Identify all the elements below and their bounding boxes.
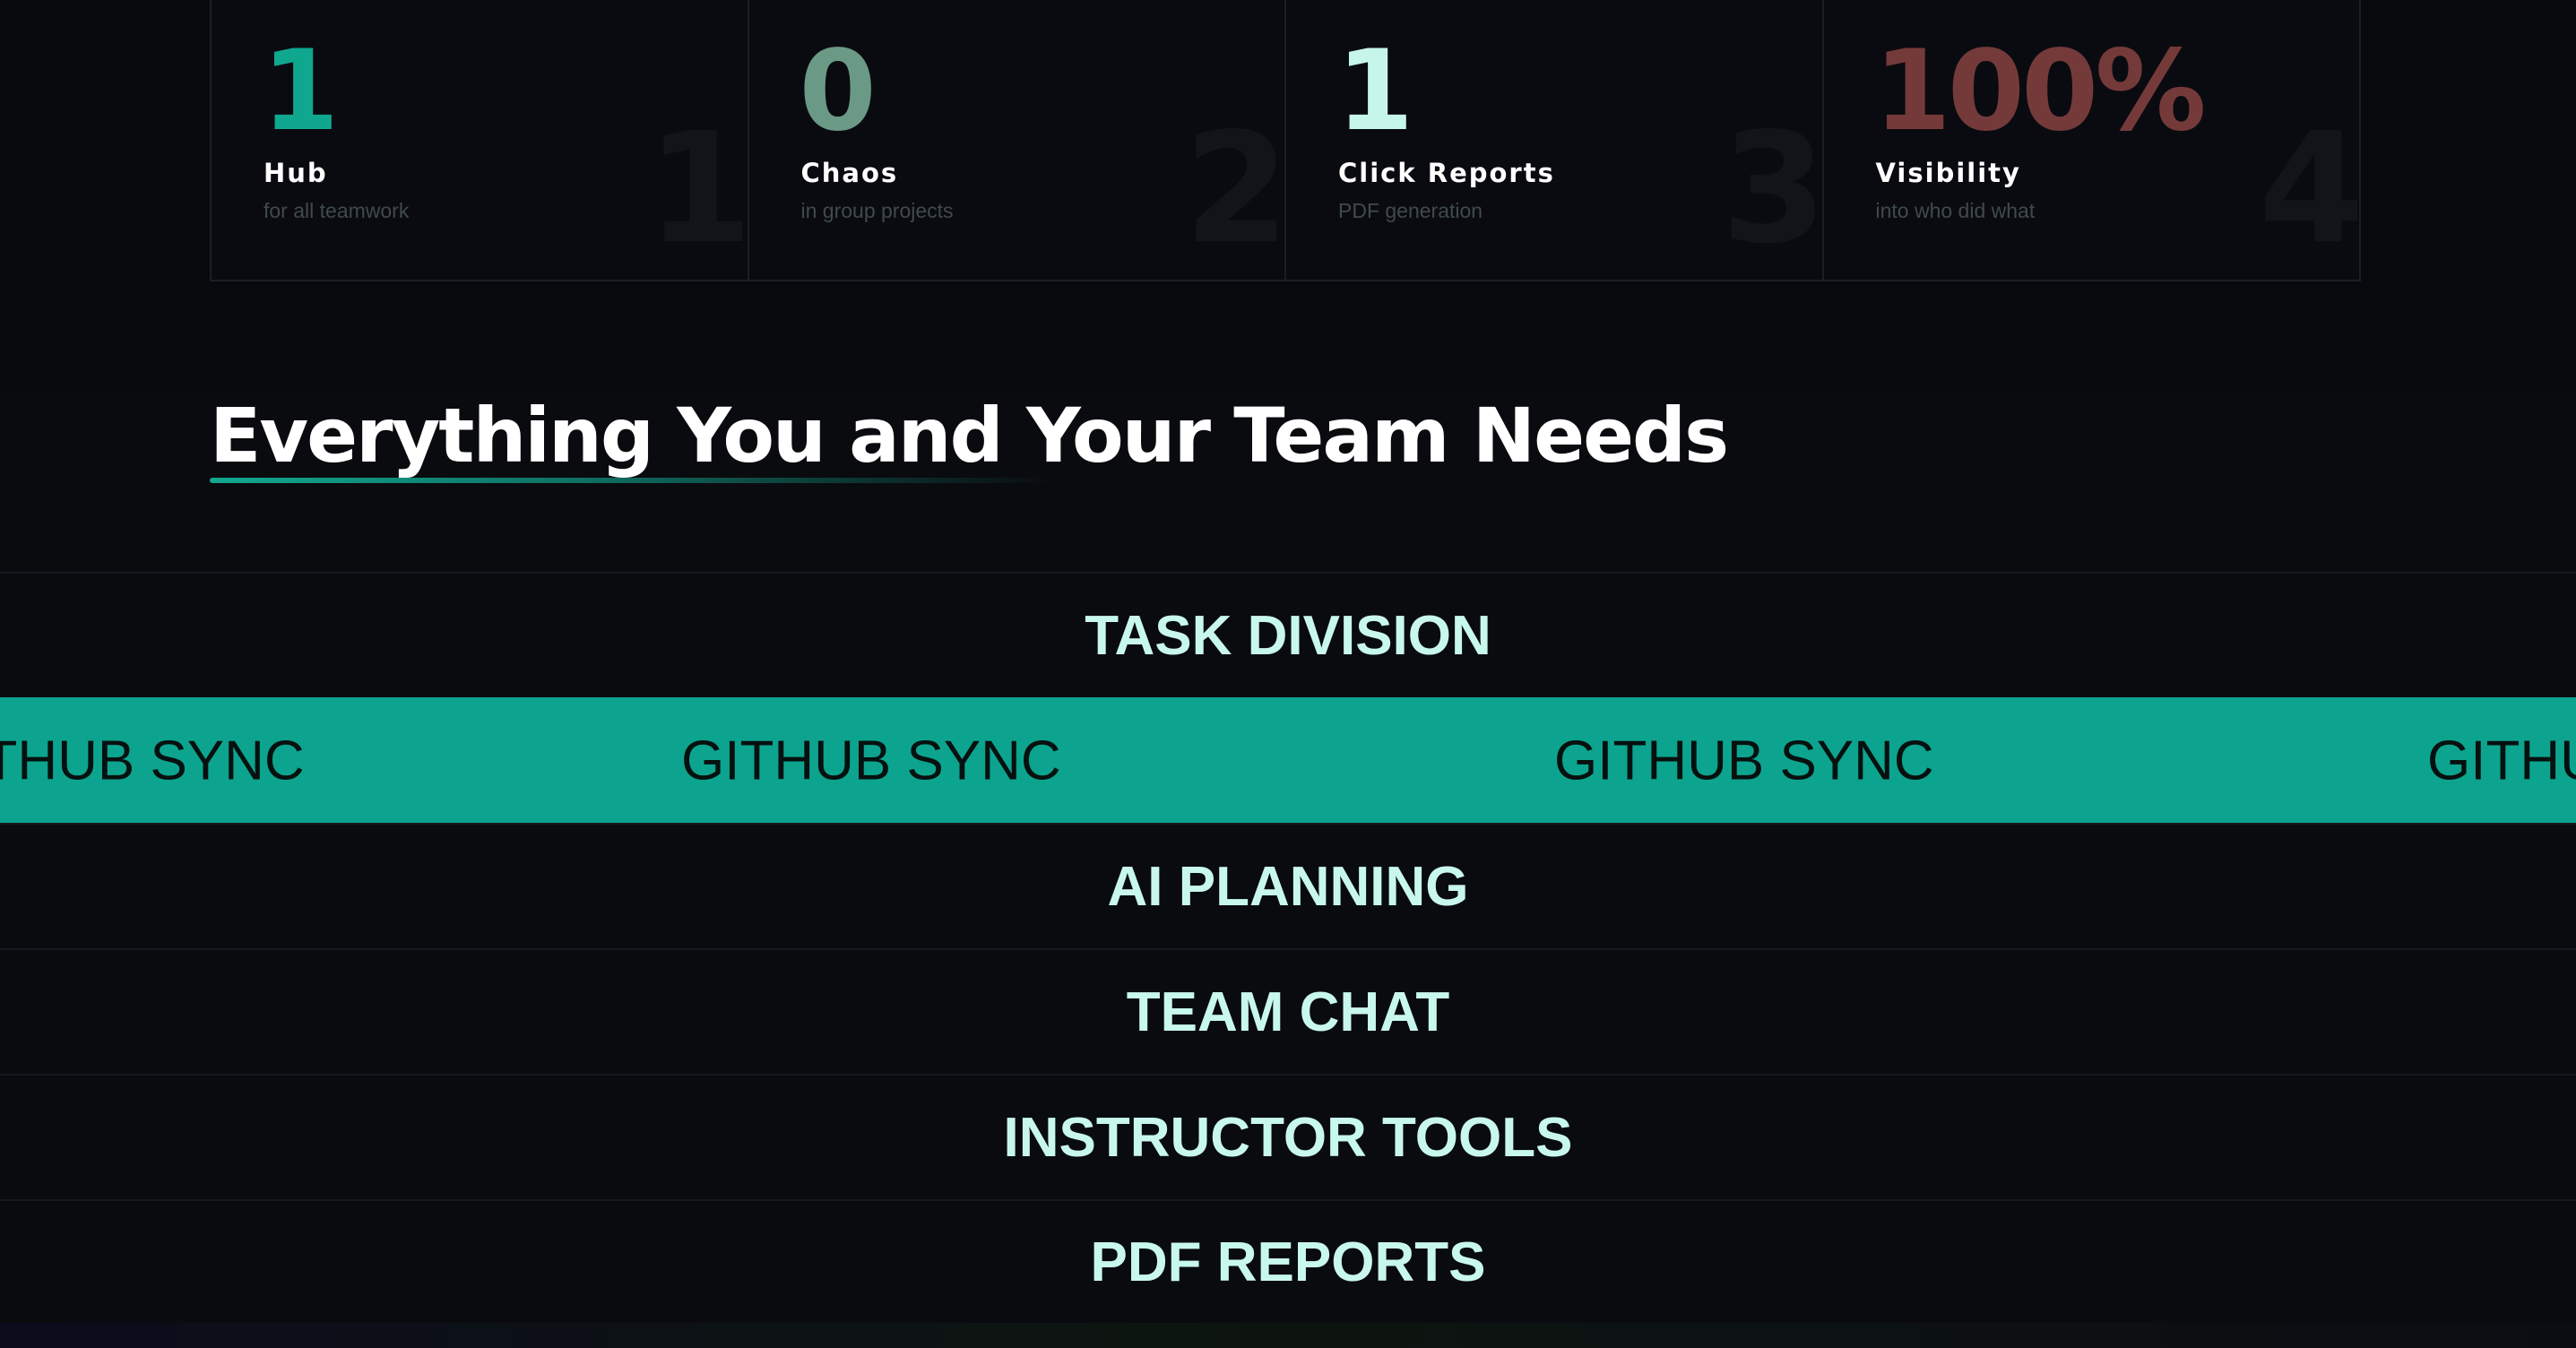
- stat-card-reports: 3 1 Click Reports PDF generation: [1286, 0, 1824, 280]
- stat-label: Hub: [264, 158, 328, 188]
- stat-description: in group projects: [800, 199, 954, 222]
- feature-row-team-chat[interactable]: TEAM CHAT: [0, 948, 2576, 1074]
- feature-row-instructor-tools[interactable]: INSTRUCTOR TOOLS: [0, 1074, 2576, 1199]
- stat-description: PDF generation: [1338, 199, 1483, 222]
- features-section: Everything You and Your Team Needs TASK …: [0, 391, 2576, 1348]
- marquee-text: GITHUB SYNC: [2427, 730, 2576, 792]
- feature-row-task-division[interactable]: TASK DIVISION: [0, 572, 2576, 697]
- feature-row-ai-planning[interactable]: AI PLANNING: [0, 823, 2576, 948]
- marquee-text: GITHUB SYNC: [0, 730, 305, 792]
- stat-value: 1: [1336, 27, 1413, 156]
- stat-value: 1: [262, 27, 339, 156]
- marquee-text: GITHUB SYNC: [1554, 730, 1934, 792]
- stat-value: 100%: [1873, 27, 2207, 156]
- feature-row-github-sync[interactable]: GITHUB SYNC GITHUB SYNC GITHUB SYNC GITH…: [0, 697, 2576, 823]
- stat-label: Click Reports: [1338, 158, 1555, 188]
- stat-card-visibility: 4 100% Visibility into who did what: [1823, 0, 2359, 280]
- feature-label: TEAM CHAT: [1126, 981, 1450, 1043]
- landing-page: 1 1 Hub for all teamwork 2 0 Chaos in gr…: [0, 0, 2576, 1348]
- stat-ghost-number: 3: [1721, 100, 1824, 278]
- title-underline: [210, 478, 1052, 483]
- marquee-text: GITHUB SYNC: [681, 730, 1061, 792]
- stat-label: Chaos: [800, 158, 899, 188]
- stat-ghost-number: 1: [646, 100, 749, 278]
- stat-value: 0: [799, 27, 877, 156]
- feature-list: TASK DIVISION GITHUB SYNC GITHUB SYNC GI…: [0, 572, 2576, 1325]
- stat-card-hub: 1 1 Hub for all teamwork: [212, 0, 749, 280]
- feature-label: TASK DIVISION: [1085, 604, 1491, 667]
- stat-description: for all teamwork: [264, 199, 410, 222]
- stat-ghost-number: 2: [1183, 100, 1286, 278]
- feature-label: INSTRUCTOR TOOLS: [1003, 1106, 1573, 1169]
- feature-label: PDF REPORTS: [1090, 1231, 1486, 1293]
- stats-grid: 1 1 Hub for all teamwork 2 0 Chaos in gr…: [210, 0, 2361, 281]
- stat-label: Visibility: [1875, 158, 2021, 188]
- stat-ghost-number: 4: [2258, 100, 2359, 278]
- stats-section: 1 1 Hub for all teamwork 2 0 Chaos in gr…: [0, 0, 2576, 391]
- feature-label: AI PLANNING: [1107, 855, 1469, 918]
- stat-card-chaos: 2 0 Chaos in group projects: [748, 0, 1286, 280]
- feature-row-pdf-reports[interactable]: PDF REPORTS: [0, 1199, 2576, 1325]
- bottom-gradient: [0, 1323, 2576, 1348]
- stat-description: into who did what: [1875, 199, 2036, 222]
- section-title: Everything You and Your Team Needs: [210, 392, 1729, 480]
